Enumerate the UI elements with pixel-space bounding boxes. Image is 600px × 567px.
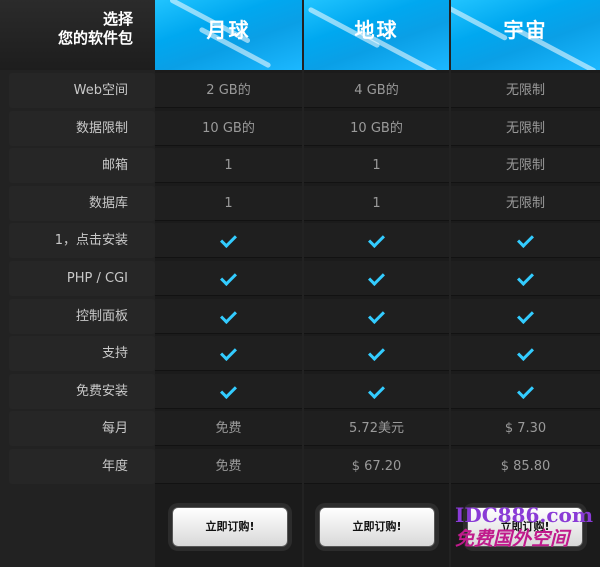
plan-name-earth: 地球 <box>354 18 399 42</box>
feature-cell <box>155 261 302 296</box>
feature-cell <box>304 261 449 296</box>
checkmark-icon <box>368 231 385 249</box>
feature-label: 控制面板 <box>9 298 155 334</box>
package-heading-line2: 您的软件包 <box>57 29 133 47</box>
feature-value: 10 GB的 <box>304 110 449 146</box>
checkmark-icon <box>517 269 534 286</box>
feature-value: 无限制 <box>451 148 600 184</box>
feature-value: 4 GB的 <box>304 73 449 108</box>
table-row: 年度 免费 $ 67.20 $ 85.80 <box>0 448 600 485</box>
checkmark-icon <box>220 306 237 324</box>
table-row: 每月 免费 5.72美元 $ 7.30 <box>0 410 600 447</box>
feature-cell <box>155 373 302 409</box>
watermark: IDC886.com 免费国外空间 <box>455 504 600 564</box>
plan-header-moon: 月球 <box>155 0 302 70</box>
table-row: PHP / CGI <box>0 260 600 297</box>
feature-value: 5.72美元 <box>304 411 449 447</box>
checkmark-icon <box>368 381 385 399</box>
feature-value: $ 67.20 <box>304 449 449 484</box>
plan-name-universe: 宇宙 <box>503 18 548 42</box>
feature-label: PHP / CGI <box>9 261 155 296</box>
checkmark-icon <box>368 344 385 362</box>
table-row: 免费安装 <box>0 373 600 410</box>
feature-label: 支持 <box>9 336 155 372</box>
table-row: 邮箱 1 1 无限制 <box>0 147 600 184</box>
feature-value: 1 <box>304 148 449 184</box>
checkmark-icon <box>517 306 534 324</box>
feature-value: 免费 <box>155 449 302 484</box>
feature-cell <box>451 223 600 259</box>
plan-header-earth: 地球 <box>304 0 449 70</box>
feature-cell <box>304 298 449 334</box>
order-button-moon[interactable]: 立即订购! <box>172 507 288 547</box>
plan-name-moon: 月球 <box>206 18 251 42</box>
table-row: 支持 <box>0 335 600 372</box>
feature-value: 1 <box>155 185 302 221</box>
table-row: 数据限制 10 GB的 10 GB的 无限制 <box>0 110 600 147</box>
checkmark-icon <box>517 231 534 249</box>
checkmark-icon <box>368 269 385 286</box>
feature-label: 数据库 <box>9 185 155 221</box>
feature-label: 1，点击安装 <box>9 223 155 259</box>
feature-label: 邮箱 <box>9 148 155 184</box>
feature-value: 免费 <box>155 411 302 447</box>
feature-cell <box>304 336 449 372</box>
feature-value: 1 <box>155 148 302 184</box>
checkmark-icon <box>368 306 385 324</box>
feature-value: 无限制 <box>451 185 600 221</box>
feature-value: 10 GB的 <box>155 110 302 146</box>
feature-cell <box>155 336 302 372</box>
feature-cell <box>451 261 600 296</box>
checkmark-icon <box>220 231 237 249</box>
feature-value: $ 7.30 <box>451 411 600 447</box>
table-row: 1，点击安装 <box>0 222 600 259</box>
feature-cell <box>451 336 600 372</box>
feature-cell <box>451 373 600 409</box>
feature-value: 无限制 <box>451 73 600 108</box>
feature-cell <box>155 223 302 259</box>
feature-cell <box>304 223 449 259</box>
checkmark-icon <box>220 381 237 399</box>
watermark-line1: IDC886.com <box>455 503 594 527</box>
checkmark-icon <box>517 381 534 399</box>
feature-cell <box>304 373 449 409</box>
table-row: 控制面板 <box>0 298 600 335</box>
feature-label: 年度 <box>9 449 155 484</box>
table-row: 数据库 1 1 无限制 <box>0 185 600 222</box>
package-heading-line1: 选择 <box>102 10 133 28</box>
feature-label: Web空间 <box>9 73 155 108</box>
table-row: Web空间 2 GB的 4 GB的 无限制 <box>0 72 600 109</box>
checkmark-icon <box>220 344 237 362</box>
feature-cell <box>155 298 302 334</box>
feature-label: 免费安装 <box>9 373 155 409</box>
feature-label: 每月 <box>9 411 155 447</box>
checkmark-icon <box>517 344 534 362</box>
watermark-line2: 免费国外空间 <box>455 528 570 550</box>
feature-value: 2 GB的 <box>155 73 302 108</box>
feature-value: $ 85.80 <box>451 449 600 484</box>
feature-value: 无限制 <box>451 110 600 146</box>
feature-cell <box>451 298 600 334</box>
feature-value: 1 <box>304 185 449 221</box>
order-button-earth[interactable]: 立即订购! <box>319 507 435 547</box>
plan-header-universe: 宇宙 <box>451 0 600 70</box>
package-heading: 选择 您的软件包 <box>0 0 155 70</box>
feature-label: 数据限制 <box>9 110 155 146</box>
checkmark-icon <box>220 269 237 286</box>
